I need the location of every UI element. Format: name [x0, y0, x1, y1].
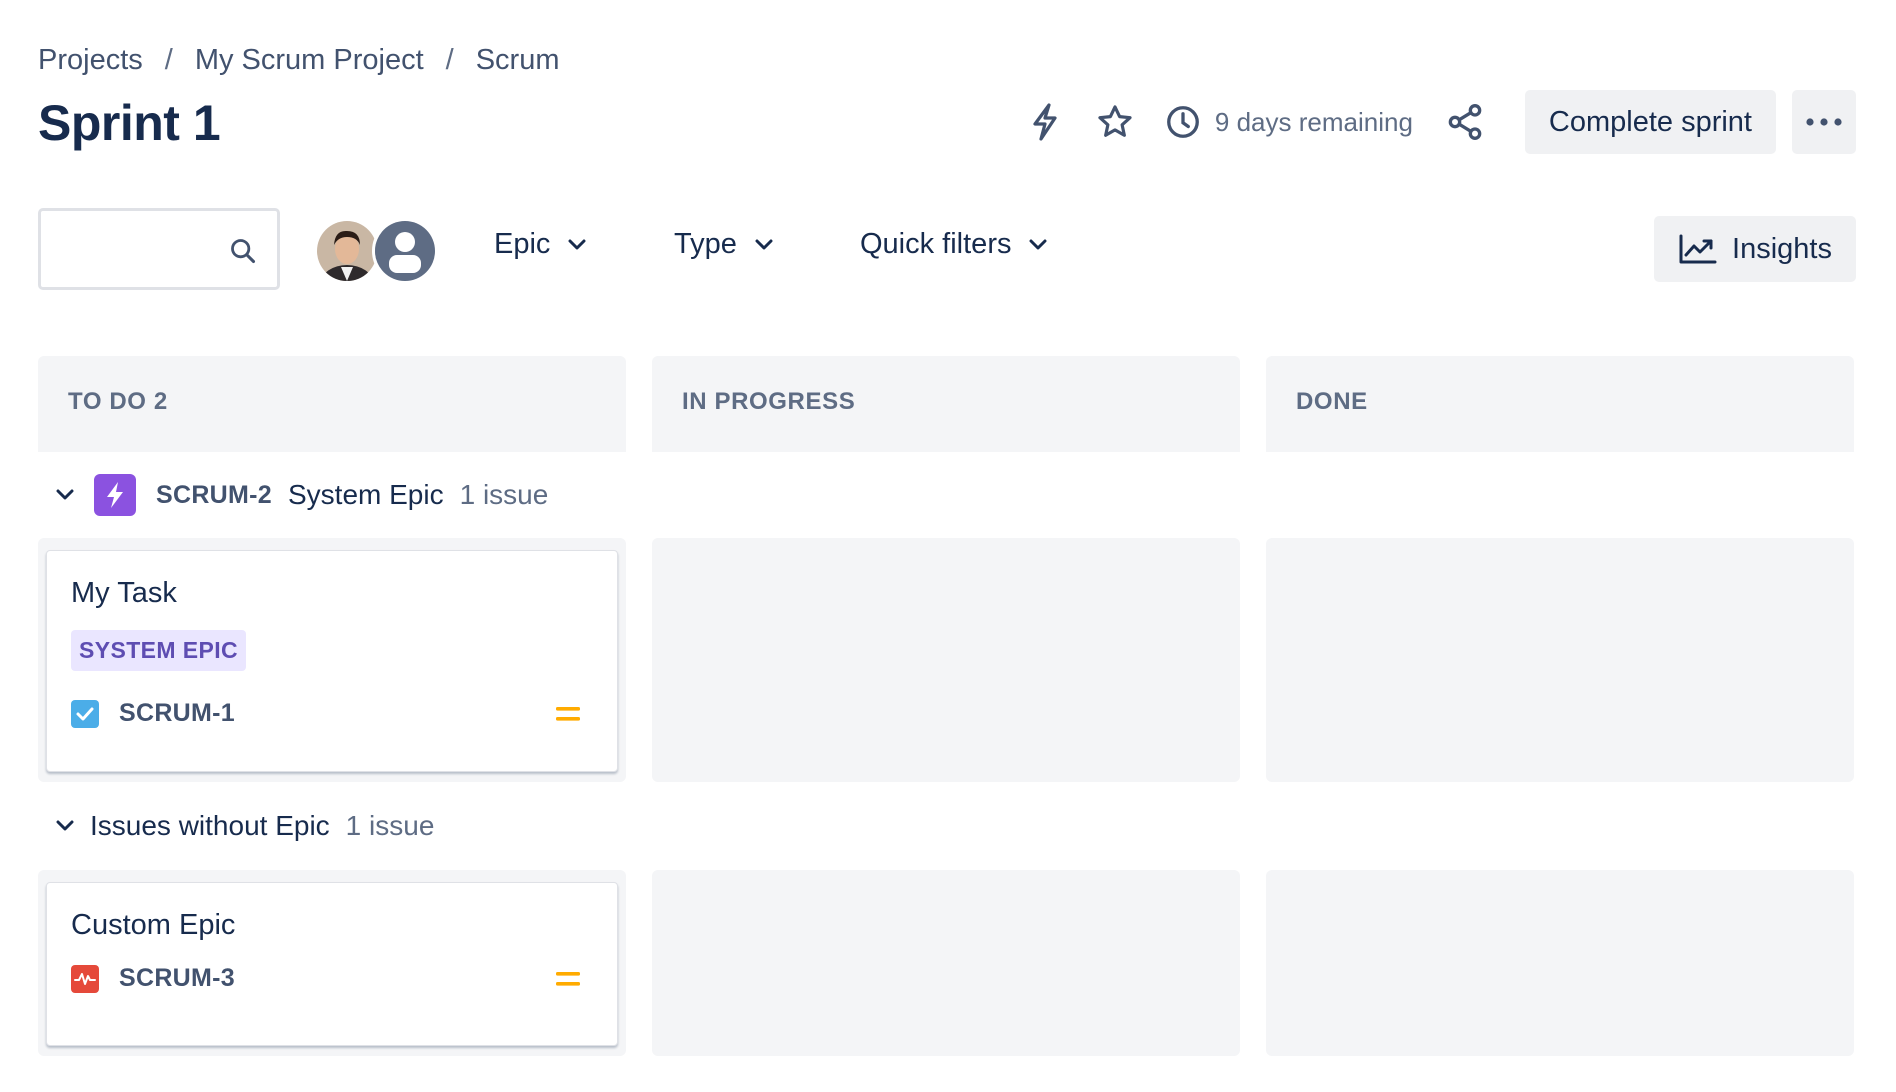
card-footer: SCRUM-3: [71, 964, 593, 993]
remaining-text: 9 days remaining: [1214, 106, 1413, 137]
cell-in-progress-system-epic: [652, 538, 1240, 782]
search-box[interactable]: [38, 208, 280, 290]
share-button[interactable]: [1439, 96, 1491, 148]
card-key: SCRUM-1: [71, 699, 235, 728]
swimlane-header-no-epic[interactable]: Issues without Epic 1 issue: [56, 810, 434, 842]
sprint-remaining: 9 days remaining: [1165, 104, 1413, 140]
cell-in-progress-no-epic: [652, 870, 1240, 1056]
breadcrumb-separator: /: [445, 44, 454, 76]
avatar-user-photo[interactable]: [314, 218, 380, 284]
more-actions-button[interactable]: [1792, 90, 1856, 154]
lightning-icon: [1033, 103, 1057, 141]
user-photo-icon: [317, 221, 377, 281]
chevron-down-icon: [755, 239, 773, 249]
automation-button[interactable]: [1019, 96, 1071, 148]
card-title: My Task: [71, 577, 177, 609]
complete-sprint-button[interactable]: Complete sprint: [1524, 90, 1776, 154]
column-header-todo: TO DO 2: [38, 356, 626, 452]
more-icon: [1806, 118, 1842, 126]
clock-icon: [1167, 106, 1199, 138]
swimlane-issue-count: 1 issue: [459, 479, 549, 510]
swimlane-header-system-epic[interactable]: SCRUM-2 System Epic 1 issue: [56, 474, 548, 516]
cell-todo-system-epic: My Task SYSTEM EPIC SCRUM-1: [38, 538, 626, 782]
cell-todo-no-epic: Custom Epic SCRUM-3: [38, 870, 626, 1056]
card-title: Custom Epic: [71, 909, 236, 941]
swimlane-epic-key[interactable]: SCRUM-2: [156, 481, 272, 510]
card-key: SCRUM-3: [71, 964, 235, 993]
chart-trend-icon: [1679, 234, 1717, 264]
chevron-down-icon[interactable]: [56, 820, 74, 832]
search-icon: [231, 239, 256, 264]
page-title: Sprint 1: [38, 95, 221, 151]
type-filter-label: Type: [674, 228, 737, 260]
chevron-down-icon[interactable]: [56, 489, 74, 501]
issue-card-scrum-1[interactable]: My Task SYSTEM EPIC SCRUM-1: [46, 550, 618, 772]
epic-filter[interactable]: Epic: [494, 228, 586, 261]
type-filter[interactable]: Type: [674, 228, 773, 261]
quick-filters-label: Quick filters: [860, 228, 1012, 260]
swimlane-issue-count: 1 issue: [345, 810, 435, 841]
chevron-down-icon: [1029, 239, 1047, 249]
swimlane-name: Issues without Epic: [90, 810, 330, 841]
breadcrumb: Projects / My Scrum Project / Scrum: [38, 44, 560, 77]
custom-issue-type-icon: [71, 964, 99, 993]
breadcrumb-separator: /: [164, 44, 173, 76]
breadcrumb-projects[interactable]: Projects: [38, 44, 143, 77]
breadcrumb-my-scrum-project[interactable]: My Scrum Project: [195, 44, 424, 77]
board-toolbar: Epic Type Quick filters Insights: [38, 208, 1856, 290]
cell-done-system-epic: [1266, 538, 1854, 782]
insights-button[interactable]: Insights: [1654, 216, 1856, 282]
epic-lightning-icon: [94, 474, 136, 516]
share-icon: [1448, 104, 1482, 141]
epic-filter-label: Epic: [494, 228, 551, 260]
breadcrumb-scrum[interactable]: Scrum: [476, 44, 560, 77]
column-header-done: DONE: [1266, 356, 1854, 452]
assignee-avatars: [314, 218, 438, 284]
issue-key: SCRUM-3: [119, 964, 235, 992]
quick-filters[interactable]: Quick filters: [860, 228, 1047, 261]
chevron-down-icon: [568, 239, 586, 249]
person-icon: [375, 221, 435, 281]
cell-done-no-epic: [1266, 870, 1854, 1056]
avatar-unassigned[interactable]: [372, 218, 438, 284]
priority-medium-icon: [556, 706, 580, 721]
epic-lozenge: SYSTEM EPIC: [71, 630, 247, 671]
insights-label: Insights: [1732, 232, 1832, 265]
card-footer: SCRUM-1: [71, 699, 593, 728]
issue-key: SCRUM-1: [119, 699, 235, 727]
task-checkbox-icon: [71, 699, 99, 728]
priority-medium-icon: [556, 971, 580, 986]
star-button[interactable]: [1089, 96, 1141, 148]
header-actions: 9 days remaining Complete sprint: [1001, 90, 1856, 154]
star-icon: [1098, 105, 1132, 137]
column-header-in-progress: IN PROGRESS: [652, 356, 1240, 452]
swimlane-epic-name: System Epic: [288, 479, 444, 510]
search-input[interactable]: [41, 211, 221, 287]
issue-card-scrum-3[interactable]: Custom Epic SCRUM-3: [46, 882, 618, 1046]
